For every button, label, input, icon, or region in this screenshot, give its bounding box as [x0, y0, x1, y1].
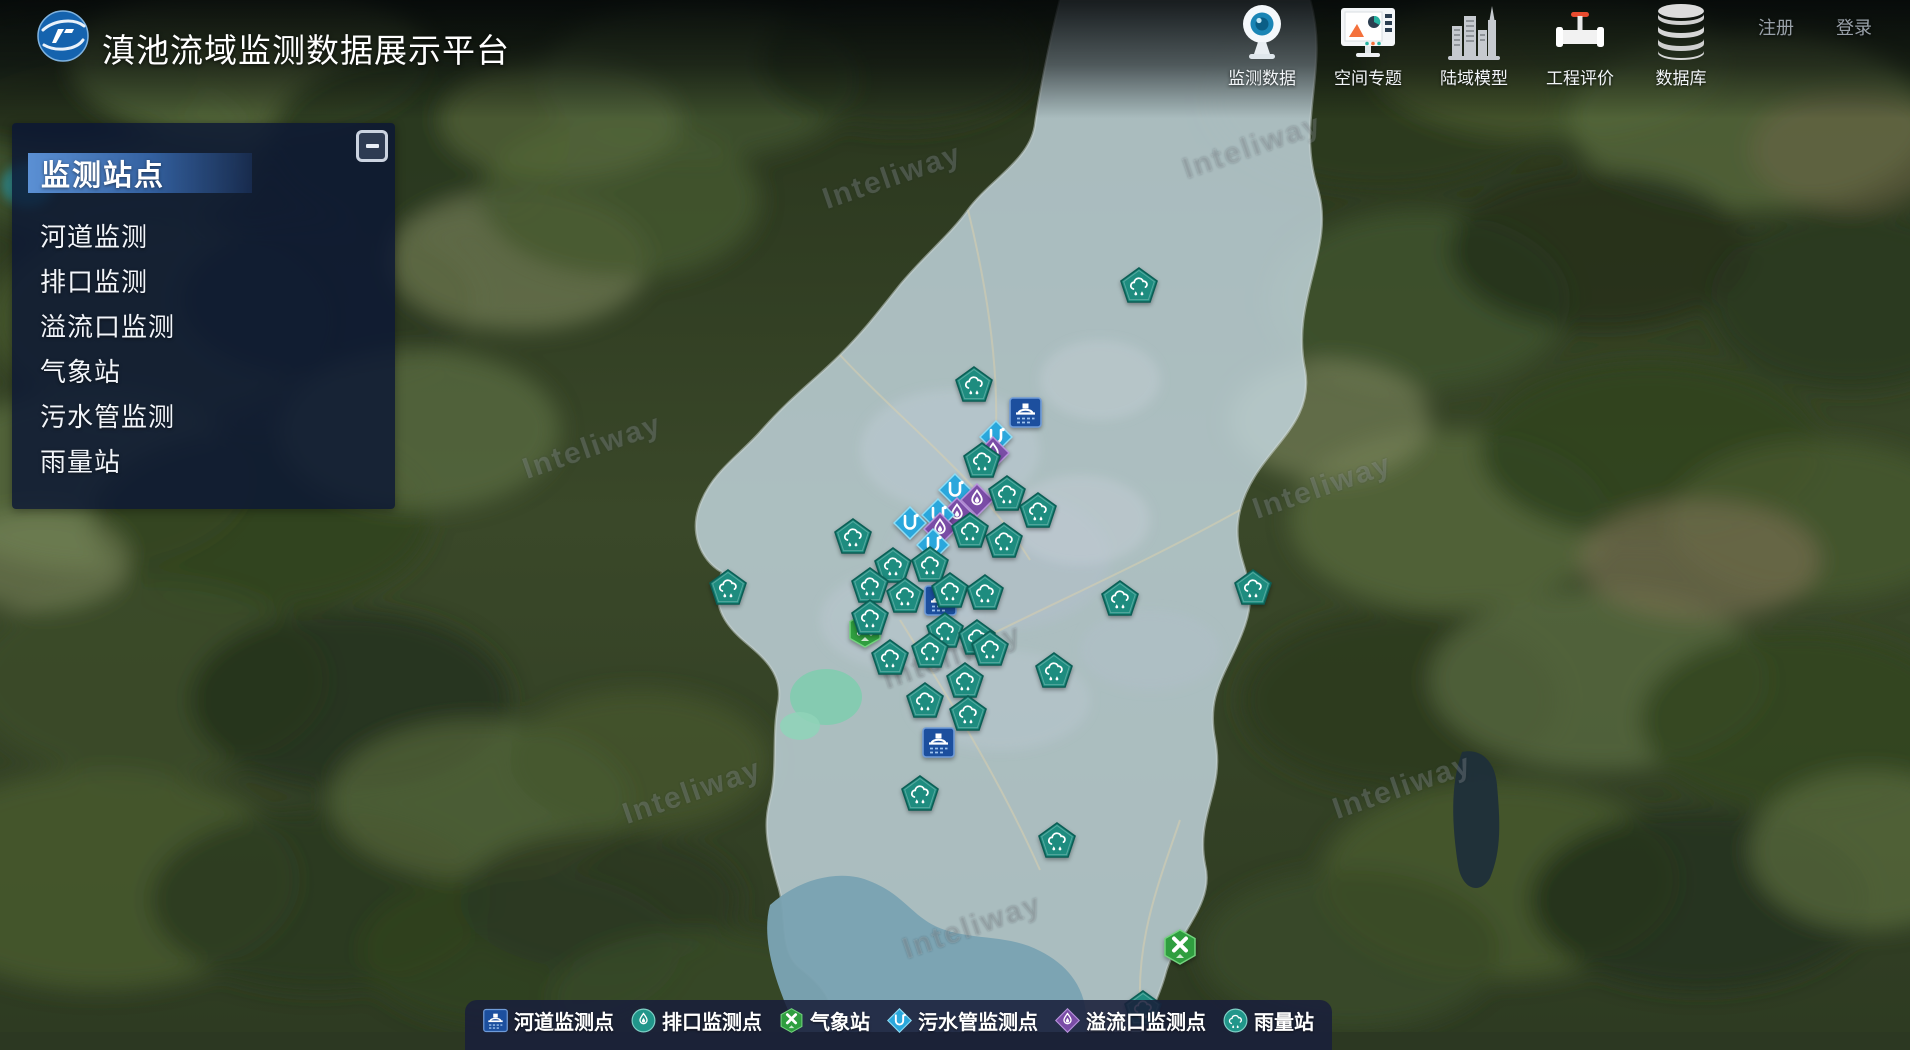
- nav-label: 数据库: [1656, 64, 1707, 89]
- map-marker-rain[interactable]: [1101, 580, 1139, 621]
- monitor-chart-icon: [1339, 2, 1397, 62]
- login-link[interactable]: 登录: [1836, 14, 1872, 40]
- legend-item-overflow: 溢流口监测点: [1055, 1006, 1206, 1035]
- nav-label: 工程评价: [1546, 64, 1614, 89]
- map-marker-weather[interactable]: [1163, 929, 1197, 970]
- map-marker-rain[interactable]: [834, 518, 872, 559]
- panel-item-river-monitoring[interactable]: 河道监测: [12, 215, 395, 260]
- legend-label: 溢流口监测点: [1086, 1006, 1206, 1035]
- legend-label: 污水管监测点: [918, 1006, 1038, 1035]
- webcam-icon: [1234, 2, 1290, 62]
- legend-label: 河道监测点: [514, 1006, 614, 1035]
- legend-label: 气象站: [810, 1006, 870, 1035]
- map-marker-rain[interactable]: [966, 574, 1004, 615]
- map-marker-rain[interactable]: [955, 366, 993, 407]
- legend-label: 排口监测点: [662, 1006, 762, 1035]
- legend-item-sewage: 污水管监测点: [887, 1006, 1038, 1035]
- buildings-icon: [1446, 2, 1502, 62]
- panel-minimize-button[interactable]: [356, 130, 388, 162]
- panel-item-sewage-pipe-monitoring[interactable]: 污水管监测: [12, 395, 395, 440]
- map-marker-rain[interactable]: [906, 682, 944, 723]
- legend-item-rain: 雨量站: [1223, 1006, 1314, 1035]
- legend-item-river: 河道监测点: [483, 1006, 614, 1035]
- main-nav: 监测数据 空间专题: [1228, 2, 1710, 89]
- page-title: 滇池流域监测数据展示平台: [102, 24, 510, 72]
- panel-title: 监测站点: [41, 152, 165, 194]
- minus-icon: [366, 144, 379, 148]
- map-marker-rain[interactable]: [709, 569, 747, 610]
- map-marker-rain[interactable]: [886, 577, 924, 618]
- map-marker-rain[interactable]: [985, 522, 1023, 563]
- monitoring-stations-panel: 监测站点 河道监测 排口监测 溢流口监测 气象站 污水管监测 雨量站: [12, 123, 395, 509]
- map-legend-bar: 河道监测点 排口监测点 气象站 污水管监测点 溢流口监测点 雨量站: [465, 1000, 1332, 1050]
- map-marker-rain[interactable]: [949, 695, 987, 736]
- map-marker-rain[interactable]: [931, 572, 969, 613]
- outlet-monitoring-icon: [631, 1008, 656, 1033]
- map-marker-rain[interactable]: [1120, 267, 1158, 308]
- map-marker-rain[interactable]: [901, 775, 939, 816]
- register-link[interactable]: 注册: [1758, 14, 1794, 40]
- nav-item-spatial-topics[interactable]: 空间专题: [1334, 2, 1402, 89]
- overflow-outlet-icon: [1055, 1008, 1080, 1033]
- nav-label: 监测数据: [1228, 64, 1296, 89]
- map-marker-rain[interactable]: [911, 632, 949, 673]
- map-marker-rain[interactable]: [1234, 569, 1272, 610]
- app-logo: [36, 9, 90, 63]
- panel-item-overflow-monitoring[interactable]: 溢流口监测: [12, 305, 395, 350]
- map-marker-rain[interactable]: [1038, 822, 1076, 863]
- panel-item-rain-gauge-station[interactable]: 雨量站: [12, 440, 395, 485]
- map-marker-river[interactable]: [1009, 397, 1042, 433]
- panel-item-weather-station[interactable]: 气象站: [12, 350, 395, 395]
- weather-station-icon: [779, 1008, 804, 1033]
- legend-item-outlet: 排口监测点: [631, 1006, 762, 1035]
- map-marker-rain[interactable]: [951, 512, 989, 553]
- nav-label: 陆域模型: [1440, 64, 1508, 89]
- map-marker-rain[interactable]: [851, 599, 889, 640]
- rain-gauge-icon: [1223, 1008, 1248, 1033]
- nav-item-monitoring-data[interactable]: 监测数据: [1228, 2, 1296, 89]
- river-monitoring-icon: [483, 1008, 508, 1033]
- nav-label: 空间专题: [1334, 64, 1402, 89]
- auth-links: 注册 登录: [1758, 14, 1872, 40]
- sewage-pipe-icon: [887, 1008, 912, 1033]
- nav-item-land-model[interactable]: 陆域模型: [1440, 2, 1508, 89]
- nav-item-database[interactable]: 数据库: [1652, 2, 1710, 89]
- legend-item-weather: 气象站: [779, 1006, 870, 1035]
- map-marker-rain[interactable]: [1035, 652, 1073, 693]
- nav-item-project-evaluation[interactable]: 工程评价: [1546, 2, 1614, 89]
- legend-label: 雨量站: [1254, 1006, 1314, 1035]
- panel-item-outlet-monitoring[interactable]: 排口监测: [12, 260, 395, 305]
- valve-icon: [1553, 2, 1607, 62]
- top-header-bar: 滇池流域监测数据展示平台 监测数据: [0, 0, 1910, 100]
- panel-item-list: 河道监测 排口监测 溢流口监测 气象站 污水管监测 雨量站: [12, 215, 395, 485]
- map-marker-river[interactable]: [922, 727, 955, 763]
- database-icon: [1652, 2, 1710, 62]
- map-marker-rain[interactable]: [1019, 492, 1057, 533]
- panel-title-bar: 监测站点: [28, 153, 252, 193]
- map-marker-rain[interactable]: [871, 639, 909, 680]
